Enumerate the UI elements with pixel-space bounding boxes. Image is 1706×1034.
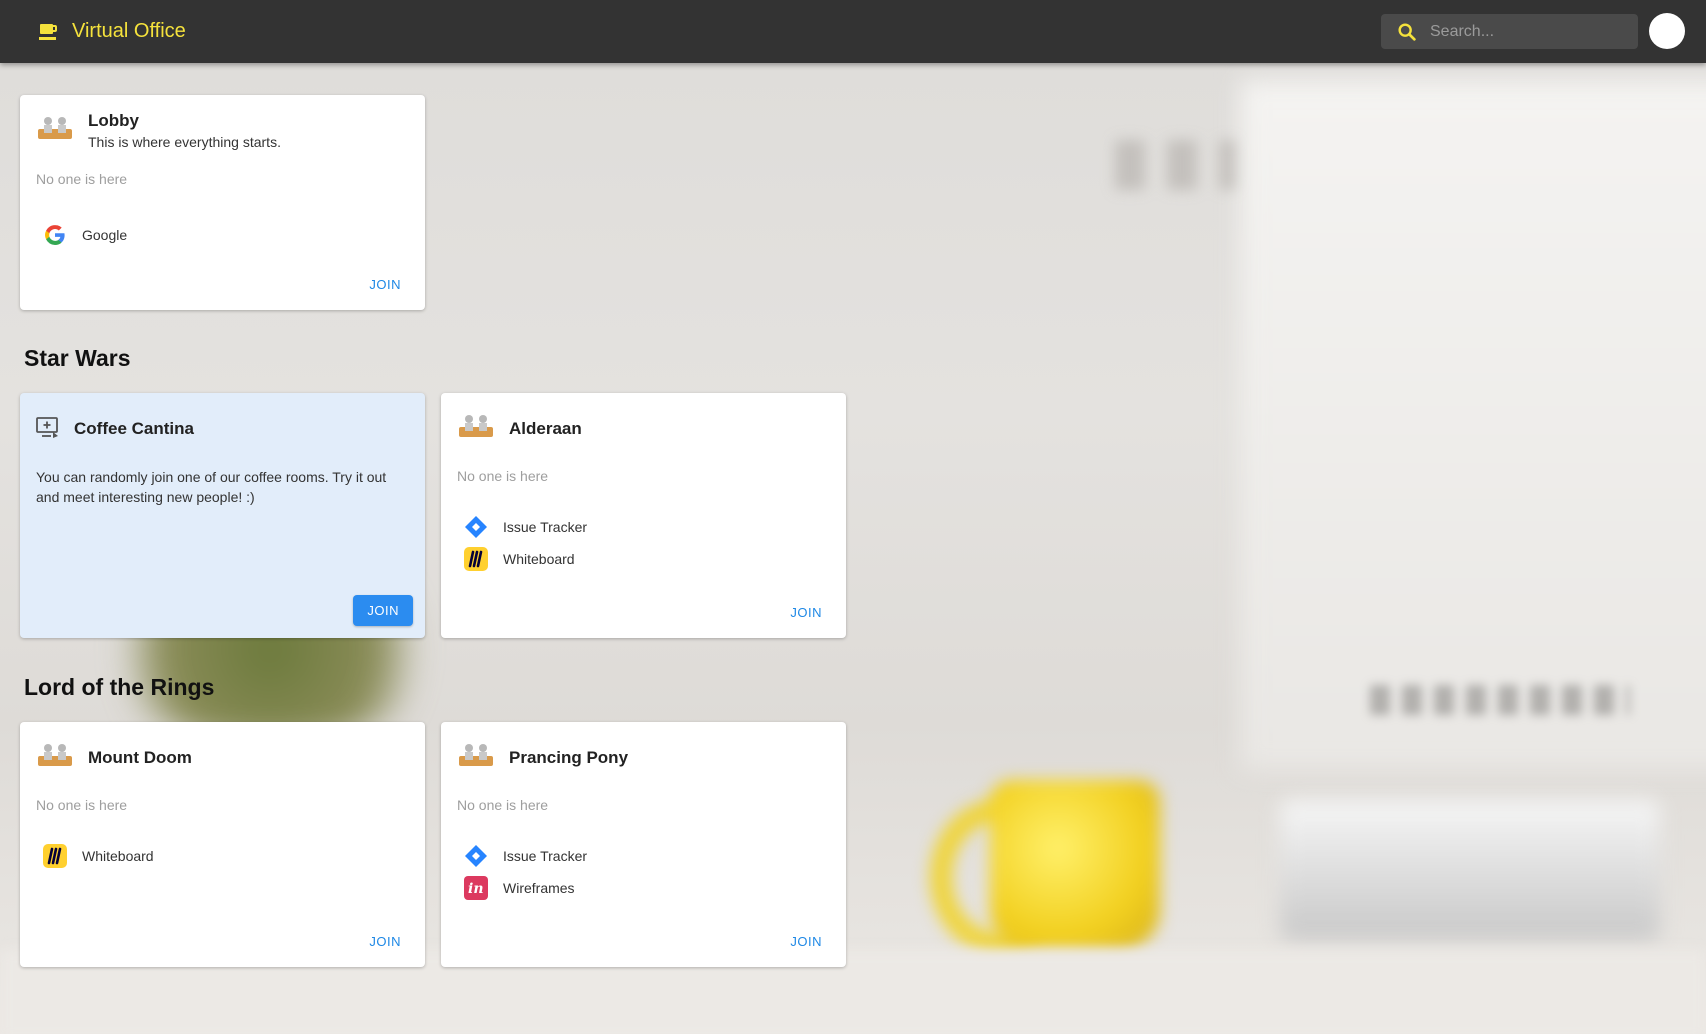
room-card-coffee-cantina: Coffee Cantina You can randomly join one…: [20, 393, 425, 638]
search-icon: [1398, 22, 1416, 41]
tool-google[interactable]: Google: [42, 219, 127, 251]
app-bar: Virtual Office: [0, 0, 1706, 63]
tool-label: Google: [82, 227, 128, 243]
search-box[interactable]: [1381, 14, 1638, 49]
invision-icon: in: [463, 875, 489, 901]
tool-list: Google: [42, 219, 127, 251]
tool-label: Issue Tracker: [503, 519, 588, 535]
join-button[interactable]: JOIN: [369, 273, 401, 296]
room-card-mount-doom: Mount Doom No one is here Whiteboard JOI…: [20, 722, 425, 967]
svg-text:in: in: [468, 881, 484, 897]
room-description: This is where everything starts.: [88, 134, 281, 150]
search-input[interactable]: [1428, 21, 1632, 42]
coffee-cup-icon: [39, 23, 57, 40]
room-status: No one is here: [36, 797, 128, 813]
room-card-prancing-pony: Prancing Pony No one is here Issue Track…: [441, 722, 846, 967]
tool-label: Wireframes: [503, 880, 575, 896]
join-button[interactable]: JOIN: [369, 930, 401, 953]
section-title: Star Wars: [24, 345, 131, 371]
tool-whiteboard[interactable]: Whiteboard: [42, 840, 154, 872]
google-icon: [42, 222, 68, 248]
room-name: Prancing Pony: [509, 748, 629, 767]
room-status: No one is here: [457, 797, 549, 813]
tool-list: Issue Tracker in Wireframes: [463, 840, 587, 904]
room-card-lobby: Lobby This is where everything starts. N…: [20, 95, 425, 310]
tool-whiteboard[interactable]: Whiteboard: [463, 543, 587, 575]
room-name: Coffee Cantina: [74, 419, 194, 438]
miro-icon: [42, 843, 68, 869]
user-avatar[interactable]: [1649, 13, 1685, 49]
tool-wireframes[interactable]: in Wireframes: [463, 872, 587, 904]
tool-label: Issue Tracker: [503, 848, 588, 864]
tool-label: Whiteboard: [503, 551, 575, 567]
room-name: Lobby: [88, 111, 139, 130]
room-status: No one is here: [457, 468, 549, 484]
tool-issue-tracker[interactable]: Issue Tracker: [463, 840, 587, 872]
miro-icon: [463, 546, 489, 572]
jira-icon: [463, 514, 489, 540]
brand-home-link[interactable]: Virtual Office: [38, 20, 186, 43]
room-list: Lobby This is where everything starts. N…: [0, 63, 1706, 1034]
room-name: Mount Doom: [88, 748, 192, 767]
join-button[interactable]: JOIN: [353, 595, 413, 626]
room-card-alderaan: Alderaan No one is here Issue Tracker Wh…: [441, 393, 846, 638]
meeting-room-icon: [459, 744, 493, 766]
meeting-room-icon: [459, 415, 493, 437]
tool-issue-tracker[interactable]: Issue Tracker: [463, 511, 587, 543]
room-description: You can randomly join one of our coffee …: [36, 469, 387, 505]
meeting-room-icon: [38, 117, 72, 139]
tool-label: Whiteboard: [82, 848, 154, 864]
room-name: Alderaan: [509, 419, 582, 438]
section-title: Lord of the Rings: [24, 674, 215, 700]
join-button[interactable]: JOIN: [790, 601, 822, 624]
meeting-room-icon: [38, 744, 72, 766]
tool-list: Issue Tracker Whiteboard: [463, 511, 587, 575]
join-button[interactable]: JOIN: [790, 930, 822, 953]
app-title: Virtual Office: [72, 20, 186, 42]
room-status: No one is here: [36, 171, 128, 187]
jira-icon: [463, 843, 489, 869]
random-room-icon: [36, 417, 58, 438]
tool-list: Whiteboard: [42, 840, 154, 872]
